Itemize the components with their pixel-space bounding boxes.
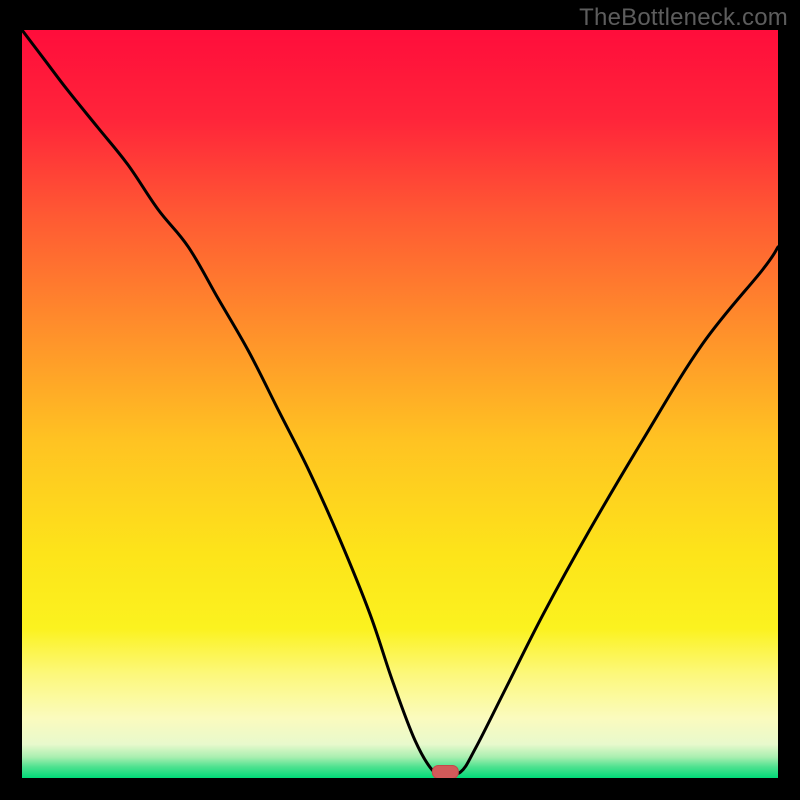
optimal-point-marker [432,766,458,778]
plot-area [22,30,778,778]
watermark-text: TheBottleneck.com [579,4,788,32]
bottleneck-chart [22,30,778,778]
chart-frame: TheBottleneck.com [0,0,800,800]
